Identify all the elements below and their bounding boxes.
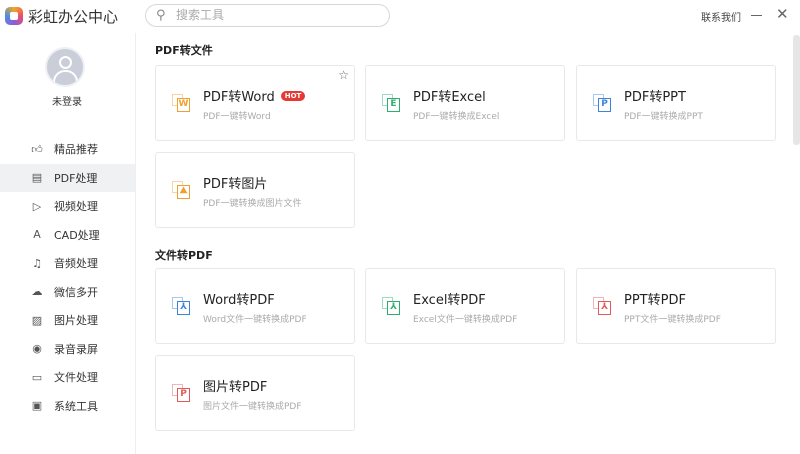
app-logo-icon <box>5 7 23 25</box>
title-bar: 彩虹办公中心 ⚲ 联系我们 ✕ <box>0 0 800 32</box>
sidebar-item-label: 微信多开 <box>54 285 98 299</box>
search-box[interactable]: ⚲ <box>145 4 390 27</box>
tool-card[interactable]: ⅄ PPT转PDF PPT文件一键转换成PDF <box>576 268 776 344</box>
file-convert-icon: W <box>172 94 190 112</box>
sidebar-item-label: 录音录屏 <box>54 342 98 356</box>
pdf-icon: ▤ <box>31 171 43 184</box>
sidebar-item[interactable]: ▷ 视频处理 <box>0 192 135 220</box>
section-title: 文件转PDF <box>155 249 213 262</box>
sidebar-item[interactable]: ◉ 录音录屏 <box>0 335 135 363</box>
sidebar-item[interactable]: ☁ 微信多开 <box>0 278 135 306</box>
sidebar-item[interactable]: ▨ 图片处理 <box>0 306 135 334</box>
card-title: PDF转Word <box>203 90 275 105</box>
card-description: Word文件一键转换成PDF <box>203 315 307 325</box>
sidebar-item[interactable]: 👍︎ 精品推荐 <box>0 135 135 163</box>
thumbs-up-icon: 👍︎ <box>31 142 43 156</box>
sidebar-item-label: CAD处理 <box>54 228 100 242</box>
sidebar-item[interactable]: ▭ 文件处理 <box>0 363 135 391</box>
sidebar: 未登录 👍︎ 精品推荐 ▤ PDF处理 ▷ 视频处理 A CAD处理 ♫ 音频处理 ☁ 微信多开 ▨ 图片… <box>0 33 136 454</box>
sidebar-item-label: 图片处理 <box>54 314 98 327</box>
hot-badge: HOT <box>280 91 306 101</box>
favorite-star-icon[interactable]: ☆ <box>338 68 349 82</box>
tool-card[interactable]: E PDF转Excel PDF一键转换成Excel <box>365 65 565 141</box>
card-title: 图片转PDF <box>203 380 268 395</box>
card-description: PPT文件一键转换成PDF <box>624 315 721 325</box>
card-title: PDF转PPT <box>624 90 686 105</box>
sidebar-item-label: PDF处理 <box>54 171 98 185</box>
tool-card[interactable]: ⅄ Excel转PDF Excel文件一键转换成PDF <box>365 268 565 344</box>
sidebar-item-label: 视频处理 <box>54 200 98 213</box>
file-convert-icon: ⅄ <box>172 297 190 315</box>
file-convert-icon: ⛰ <box>172 181 190 199</box>
file-convert-icon: P <box>593 94 611 112</box>
sidebar-item-label: 音频处理 <box>54 257 98 270</box>
file-convert-icon: ⅄ <box>382 297 400 315</box>
wechat-icon: ☁ <box>31 285 43 298</box>
search-input[interactable] <box>176 8 376 22</box>
sidebar-item[interactable]: A CAD处理 <box>0 221 135 249</box>
file-convert-icon: E <box>382 94 400 112</box>
card-description: Excel文件一键转换成PDF <box>413 315 518 325</box>
cad-icon: A <box>33 228 41 241</box>
contact-us-link[interactable]: 联系我们 <box>701 9 741 24</box>
sidebar-item[interactable]: ▣ 系统工具 <box>0 392 135 420</box>
sidebar-item-label: 系统工具 <box>54 399 98 413</box>
card-title: PDF转Excel <box>413 90 486 105</box>
tool-card[interactable]: P 图片转PDF 图片文件一键转换成PDF <box>155 355 355 431</box>
file-convert-icon: ⅄ <box>593 297 611 315</box>
tool-card[interactable]: ⅄ Word转PDF Word文件一键转换成PDF <box>155 268 355 344</box>
card-title: Word转PDF <box>203 293 275 308</box>
card-description: 图片文件一键转换成PDF <box>203 402 302 412</box>
card-title: PPT转PDF <box>624 293 686 308</box>
app-title: 彩虹办公中心 <box>28 8 119 26</box>
sidebar-item[interactable]: ▤ PDF处理 <box>0 163 135 192</box>
search-icon: ⚲ <box>156 8 166 23</box>
section-title: PDF转文件 <box>155 44 213 57</box>
minimize-button[interactable] <box>751 15 762 16</box>
card-description: PDF一键转Word <box>203 112 271 122</box>
card-description: PDF一键转换成Excel <box>413 112 500 122</box>
music-icon: ♫ <box>32 256 42 270</box>
tool-card[interactable]: ⛰ PDF转图片 PDF一键转换成图片文件 <box>155 152 355 228</box>
sidebar-item-label: 文件处理 <box>54 371 98 384</box>
folder-icon: ▭ <box>31 370 43 384</box>
tool-card[interactable]: W PDF转Word HOT PDF一键转Word ☆ <box>155 65 355 141</box>
close-button[interactable]: ✕ <box>776 5 789 23</box>
card-description: PDF一键转换成PPT <box>624 112 703 122</box>
card-description: PDF一键转换成图片文件 <box>203 199 302 209</box>
scrollbar[interactable] <box>793 35 800 145</box>
login-status[interactable]: 未登录 <box>0 93 134 108</box>
sidebar-item-label: 精品推荐 <box>54 143 98 156</box>
card-title: Excel转PDF <box>413 293 486 308</box>
tool-card[interactable]: P PDF转PPT PDF一键转换成PPT <box>576 65 776 141</box>
record-icon: ◉ <box>32 342 42 355</box>
card-title: PDF转图片 <box>203 177 268 192</box>
avatar[interactable] <box>45 47 85 87</box>
monitor-icon: ▣ <box>31 399 43 412</box>
file-convert-icon: P <box>172 384 190 402</box>
sidebar-item[interactable]: ♫ 音频处理 <box>0 249 135 277</box>
video-icon: ▷ <box>32 199 42 213</box>
image-icon: ▨ <box>31 313 43 327</box>
